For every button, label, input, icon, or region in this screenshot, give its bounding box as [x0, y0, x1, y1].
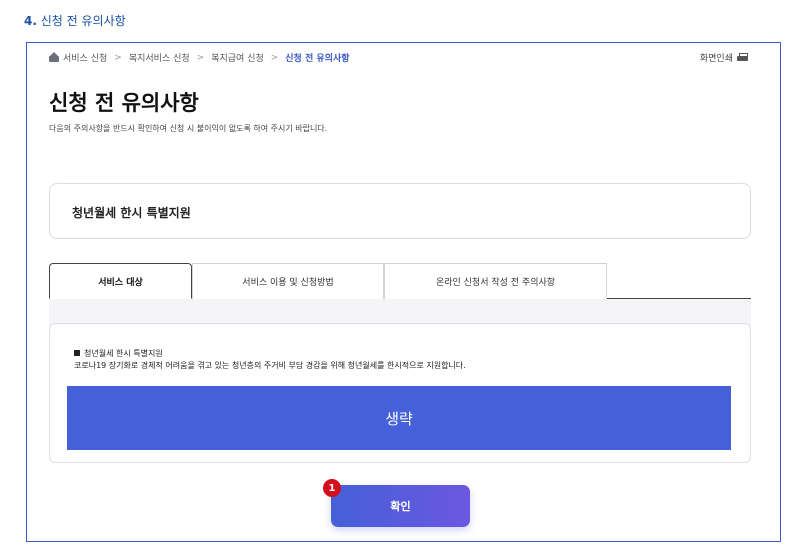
service-name: 청년월세 한시 특별지원 [72, 206, 191, 220]
breadcrumb-item-welfare-service[interactable]: 복지서비스 신청 [129, 51, 190, 64]
chevron-right-icon: > [270, 52, 279, 63]
page-description: 다음의 주의사항을 반드시 확인하여 신청 시 불이익이 없도록 하여 주시기 … [49, 124, 328, 133]
tab-bar: 서비스 대상 서비스 이용 및 신청방법 온라인 신청서 작성 전 주의사항 [49, 263, 751, 299]
tab-service-target[interactable]: 서비스 대상 [49, 263, 192, 299]
tab-usage-method[interactable]: 서비스 이용 및 신청방법 [192, 263, 384, 299]
breadcrumb-item-current: 신청 전 유의사항 [285, 54, 350, 64]
tab-precautions[interactable]: 온라인 신청서 작성 전 주의사항 [384, 263, 607, 299]
screenshot-frame: 서비스 신청 > 복지서비스 신청 > 복지급여 신청 > 신청 전 유의사항 … [26, 42, 781, 542]
tab-panel: 청년월세 한시 특별지원 코로나19 장기화로 경제적 어려움을 겪고 있는 청… [49, 299, 751, 463]
step-title-text: 신청 전 유의사항 [40, 14, 126, 28]
omitted-content-box: 생략 [67, 386, 731, 450]
section-heading: 청년월세 한시 특별지원 [74, 348, 163, 359]
section-heading-text: 청년월세 한시 특별지원 [84, 349, 163, 358]
step-marker-badge: 1 [323, 479, 341, 497]
square-bullet-icon [74, 350, 80, 356]
home-icon[interactable] [49, 52, 59, 62]
page-title: 신청 전 유의사항 [49, 91, 199, 115]
breadcrumb-item-welfare-benefit[interactable]: 복지급여 신청 [211, 51, 264, 64]
chevron-right-icon: > [196, 52, 205, 63]
step-number: 4. [24, 14, 37, 28]
breadcrumb: 서비스 신청 > 복지서비스 신청 > 복지급여 신청 > 신청 전 유의사항 [49, 51, 350, 64]
breadcrumb-item-service-apply[interactable]: 서비스 신청 [63, 51, 107, 64]
print-button[interactable]: 화면인쇄 [700, 51, 748, 64]
service-card: 청년월세 한시 특별지원 [49, 183, 751, 239]
omitted-label: 생략 [385, 409, 413, 428]
section-text: 코로나19 장기화로 경제적 어려움을 겪고 있는 청년층의 주거비 부담 경감… [74, 361, 466, 370]
step-title: 4. 신청 전 유의사항 [24, 12, 126, 29]
confirm-button[interactable]: 확인 [331, 485, 470, 527]
print-label: 화면인쇄 [699, 54, 733, 64]
printer-icon [737, 53, 748, 62]
content-card: 청년월세 한시 특별지원 코로나19 장기화로 경제적 어려움을 겪고 있는 청… [49, 323, 751, 463]
chevron-right-icon: > [114, 52, 122, 63]
